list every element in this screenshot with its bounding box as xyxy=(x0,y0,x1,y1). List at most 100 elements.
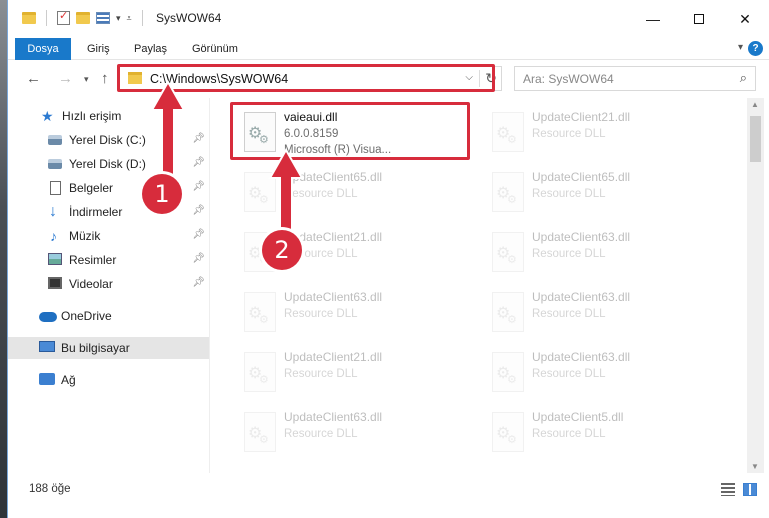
sidebar-item-music[interactable]: ♪ Müzik 📌︎ xyxy=(8,225,209,247)
navigation-bar: ← → ▾ ↑ C:\Windows\SysWOW64 ⌵ ↻ Ara: Sys… xyxy=(8,60,769,98)
vertical-scrollbar[interactable]: ▲ ▼ xyxy=(747,98,764,473)
sidebar-item-label: Videolar xyxy=(69,277,113,291)
sidebar-item-label: OneDrive xyxy=(61,309,112,323)
toolbar-separator xyxy=(141,10,143,26)
sidebar-item-label: Belgeler xyxy=(69,181,114,195)
file-item[interactable]: UpdateClient21.dll Resource DLL xyxy=(236,344,476,400)
help-icon[interactable]: ? xyxy=(748,41,763,56)
file-description: Resource DLL xyxy=(532,428,606,440)
search-input[interactable]: Ara: SysWOW64 ⌕ xyxy=(514,66,756,91)
quick-access-toolbar: ▾ ⩡ xyxy=(22,9,147,26)
file-description: Resource DLL xyxy=(532,248,606,260)
pin-icon[interactable]: 📌︎ xyxy=(192,253,205,264)
download-icon: ↓ xyxy=(49,203,57,220)
forward-arrow-icon[interactable]: → xyxy=(58,70,73,87)
sidebar-item-local-disk-d[interactable]: Yerel Disk (D:) 📌︎ xyxy=(8,153,209,175)
video-icon xyxy=(48,277,62,289)
file-name: UpdateClient63.dll xyxy=(532,290,631,304)
window-title: SysWOW64 xyxy=(156,11,222,25)
scrollbar-thumb[interactable] xyxy=(750,116,761,162)
tiles-view-icon[interactable] xyxy=(743,483,757,496)
search-icon[interactable]: ⌕ xyxy=(740,70,747,86)
tab-home[interactable]: Giriş xyxy=(77,38,120,60)
scroll-down-icon[interactable]: ▼ xyxy=(751,462,759,471)
drive-icon xyxy=(48,135,62,145)
maximize-button[interactable] xyxy=(676,0,722,38)
step-badge-2: 2 xyxy=(262,230,302,270)
dll-file-icon xyxy=(244,292,276,332)
drive-icon xyxy=(48,159,62,169)
file-name: UpdateClient63.dll xyxy=(532,350,631,364)
cloud-icon xyxy=(39,312,57,322)
file-list: vaieaui.dll 6.0.0.8159 Microsoft (R) Vis… xyxy=(211,98,747,473)
file-name: UpdateClient63.dll xyxy=(284,290,383,304)
file-item-vaieaui[interactable]: vaieaui.dll 6.0.0.8159 Microsoft (R) Vis… xyxy=(236,104,476,160)
tab-view[interactable]: Görünüm xyxy=(182,38,248,60)
sidebar-item-label: Resimler xyxy=(69,253,117,267)
file-name: UpdateClient65.dll xyxy=(532,170,631,184)
search-placeholder: Ara: SysWOW64 xyxy=(523,72,614,86)
back-arrow-icon[interactable]: ← xyxy=(26,70,41,87)
toolbar-dropdown-icon[interactable]: ▾ xyxy=(116,13,121,24)
sidebar-item-this-pc[interactable]: Bu bilgisayar xyxy=(8,337,209,359)
sidebar-item-pictures[interactable]: Resimler 📌︎ xyxy=(8,249,209,271)
sidebar-item-label: Hızlı erişim xyxy=(62,109,122,123)
sidebar-item-label: Yerel Disk (D:) xyxy=(69,157,146,171)
pin-icon[interactable]: 📌︎ xyxy=(192,181,205,192)
properties-check-icon[interactable] xyxy=(57,9,70,25)
pin-icon[interactable]: 📌︎ xyxy=(192,277,205,288)
pin-icon[interactable]: 📌︎ xyxy=(192,133,205,144)
sidebar-item-videos[interactable]: Videolar 📌︎ xyxy=(8,273,209,295)
file-item[interactable]: UpdateClient63.dll Resource DLL xyxy=(236,404,476,460)
file-description: Resource DLL xyxy=(284,188,358,200)
file-description: Resource DLL xyxy=(532,308,606,320)
details-view-icon[interactable] xyxy=(721,483,735,496)
sidebar-item-quick-access[interactable]: ★ Hızlı erişim xyxy=(8,105,209,127)
file-item[interactable]: UpdateClient65.dll Resource DLL xyxy=(236,164,476,220)
close-button[interactable]: ✕ xyxy=(722,0,768,38)
recent-locations-icon[interactable]: ▾ xyxy=(84,74,89,85)
file-item[interactable]: UpdateClient63.dll Resource DLL xyxy=(236,284,476,340)
sidebar-item-onedrive[interactable]: OneDrive xyxy=(8,305,209,327)
file-description: Microsoft (R) Visua... xyxy=(284,144,392,156)
sidebar-item-label: Bu bilgisayar xyxy=(61,341,130,355)
maximize-icon xyxy=(694,14,704,24)
address-dropdown-icon[interactable]: ⌵ xyxy=(465,72,473,83)
file-item[interactable]: UpdateClient63.dll Resource DLL xyxy=(484,284,724,340)
file-name: vaieaui.dll xyxy=(284,110,338,124)
pin-icon[interactable]: 📌︎ xyxy=(192,205,205,216)
file-name: UpdateClient63.dll xyxy=(532,230,631,244)
step-badge-1: 1 xyxy=(142,174,182,214)
up-arrow-icon[interactable]: ↑ xyxy=(101,70,109,87)
sidebar-item-network[interactable]: Ağ xyxy=(8,369,209,391)
view-properties-icon[interactable] xyxy=(96,12,110,24)
minimize-button[interactable]: — xyxy=(630,0,676,38)
dll-file-icon xyxy=(492,292,524,332)
dll-file-icon xyxy=(244,412,276,452)
file-item[interactable]: UpdateClient63.dll Resource DLL xyxy=(484,224,724,280)
dll-file-icon xyxy=(492,112,524,152)
file-item[interactable]: UpdateClient63.dll Resource DLL xyxy=(484,344,724,400)
tab-share[interactable]: Paylaş xyxy=(124,38,177,60)
file-item[interactable]: UpdateClient21.dll Resource DLL xyxy=(484,104,724,160)
file-name: UpdateClient21.dll xyxy=(532,110,631,124)
new-folder-icon[interactable] xyxy=(76,12,90,24)
dll-file-icon xyxy=(244,112,276,152)
sidebar-item-label: Yerel Disk (C:) xyxy=(69,133,146,147)
refresh-icon[interactable]: ↻ xyxy=(479,70,497,87)
navigation-pane: ★ Hızlı erişim Yerel Disk (C:) 📌︎ Yerel … xyxy=(8,98,210,473)
document-icon xyxy=(50,181,61,195)
address-bar[interactable]: C:\Windows\SysWOW64 ⌵ ↻ xyxy=(119,66,502,91)
music-icon: ♪ xyxy=(50,228,57,244)
customize-toolbar-icon[interactable]: ⩡ xyxy=(127,13,132,24)
scroll-up-icon[interactable]: ▲ xyxy=(751,100,759,109)
pin-icon[interactable]: 📌︎ xyxy=(192,157,205,168)
pin-icon[interactable]: 📌︎ xyxy=(192,229,205,240)
file-item[interactable]: UpdateClient5.dll Resource DLL xyxy=(484,404,724,460)
tab-file[interactable]: Dosya xyxy=(15,38,71,60)
address-path[interactable]: C:\Windows\SysWOW64 xyxy=(150,72,288,86)
expand-ribbon-icon[interactable]: ▾ xyxy=(738,42,743,53)
file-item[interactable]: UpdateClient65.dll Resource DLL xyxy=(484,164,724,220)
sidebar-item-local-disk-c[interactable]: Yerel Disk (C:) 📌︎ xyxy=(8,129,209,151)
status-bar: 188 öğe xyxy=(8,473,769,518)
